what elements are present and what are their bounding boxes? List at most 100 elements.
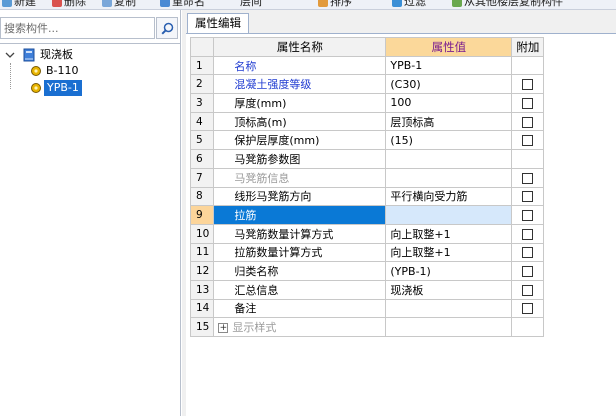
property-row[interactable]: 12 归类名称 (YPB-1) bbox=[189, 261, 545, 281]
property-value-cell[interactable]: 向上取整+1 bbox=[385, 223, 513, 244]
property-value-cell[interactable] bbox=[385, 205, 513, 225]
extra-cell bbox=[511, 279, 545, 300]
property-name: 拉筋数量计算方式 bbox=[213, 242, 387, 263]
extra-checkbox[interactable] bbox=[522, 210, 534, 222]
property-value-cell[interactable]: (15) bbox=[385, 130, 513, 151]
property-row[interactable]: 2 混凝土强度等级 (C30) bbox=[189, 74, 545, 95]
extra-checkbox[interactable] bbox=[522, 284, 534, 296]
tree-node-ypb1[interactable]: YPB-1 bbox=[30, 80, 180, 96]
property-row[interactable]: 6 马凳筋参数图 bbox=[189, 149, 545, 169]
property-name: 拉筋 bbox=[213, 205, 387, 225]
extra-cell bbox=[511, 186, 545, 207]
property-row[interactable]: 14 备注 bbox=[189, 298, 545, 319]
extra-checkbox[interactable] bbox=[522, 247, 534, 259]
property-row[interactable]: 9 拉筋 bbox=[189, 205, 545, 225]
property-row[interactable]: 1 名称 YPB-1 bbox=[189, 55, 545, 76]
row-number: 5 bbox=[189, 130, 215, 151]
toolbar-sort-button[interactable]: 排序 bbox=[318, 0, 352, 9]
extra-cell bbox=[511, 55, 545, 76]
extra-cell bbox=[511, 205, 545, 225]
property-value-cell[interactable] bbox=[385, 317, 513, 337]
property-row[interactable]: 3 厚度(mm) 100 bbox=[189, 93, 545, 113]
property-panel: 属性编辑 属性名称 属性值 附加 1 名称 YPB-1 2 混凝土强度等级 (C30) 3 厚… bbox=[182, 10, 616, 416]
toolbar-delete-button[interactable]: 删除 bbox=[52, 0, 86, 9]
property-value-cell[interactable]: 现浇板 bbox=[385, 279, 513, 300]
property-row[interactable]: 8 线形马凳筋方向 平行横向受力筋 bbox=[189, 186, 545, 207]
property-value-cell[interactable] bbox=[385, 149, 513, 169]
property-value-cell[interactable]: 平行横向受力筋 bbox=[385, 186, 513, 207]
search-icon bbox=[160, 22, 173, 35]
tree-node-root[interactable]: 现浇板 bbox=[0, 47, 180, 63]
toolbar: 新建 删除 复制 重命名 层间 排序 过滤 从其他楼层复制构件 bbox=[0, 0, 616, 10]
property-name: 备注 bbox=[213, 298, 387, 319]
extra-checkbox[interactable] bbox=[522, 116, 534, 128]
extra-checkbox[interactable] bbox=[522, 79, 534, 91]
extra-cell bbox=[511, 130, 545, 151]
toolbar-new-button[interactable]: 新建 bbox=[2, 0, 36, 9]
gear-icon bbox=[31, 83, 41, 93]
search-button[interactable] bbox=[156, 17, 178, 39]
row-number: 2 bbox=[189, 74, 215, 95]
collapse-icon[interactable] bbox=[4, 49, 16, 61]
row-number: 1 bbox=[189, 55, 215, 76]
extra-checkbox[interactable] bbox=[522, 172, 534, 184]
extra-checkbox[interactable] bbox=[522, 266, 534, 278]
property-row[interactable]: 5 保护层厚度(mm) (15) bbox=[189, 130, 545, 151]
search-input[interactable] bbox=[1, 18, 154, 38]
extra-checkbox[interactable] bbox=[522, 135, 534, 147]
row-number: 8 bbox=[189, 186, 215, 207]
property-row[interactable]: 11 拉筋数量计算方式 向上取整+1 bbox=[189, 242, 545, 263]
property-value-cell[interactable]: 向上取整+1 bbox=[385, 242, 513, 263]
property-row[interactable]: 13 汇总信息 现浇板 bbox=[189, 279, 545, 300]
expand-icon[interactable]: + bbox=[218, 323, 229, 334]
row-number: 7 bbox=[189, 167, 215, 188]
copy-floor-icon bbox=[452, 0, 462, 7]
property-name: 厚度(mm) bbox=[213, 93, 387, 113]
property-name: 马凳筋信息 bbox=[213, 167, 387, 188]
property-value-cell[interactable]: (YPB-1) bbox=[385, 261, 513, 281]
toolbar-copy-button[interactable]: 复制 bbox=[102, 0, 136, 9]
property-value-cell[interactable]: (C30) bbox=[385, 74, 513, 95]
toolbar-filter-button[interactable]: 过滤 bbox=[392, 0, 426, 9]
row-number: 13 bbox=[189, 279, 215, 300]
property-row[interactable]: 15 + 显示样式 bbox=[189, 317, 545, 337]
tree-node-b110[interactable]: B-110 bbox=[30, 63, 180, 79]
property-value-cell[interactable] bbox=[385, 298, 513, 319]
property-value-cell[interactable]: YPB-1 bbox=[385, 55, 513, 76]
tab-property-edit[interactable]: 属性编辑 bbox=[187, 13, 249, 33]
row-number: 6 bbox=[189, 149, 215, 169]
extra-checkbox[interactable] bbox=[522, 191, 534, 203]
property-value-cell[interactable] bbox=[385, 167, 513, 188]
row-number: 4 bbox=[189, 111, 215, 132]
toolbar-floor-button[interactable]: 层间 bbox=[240, 0, 262, 9]
toolbar-rename-button[interactable]: 重命名 bbox=[160, 0, 205, 9]
tree-item-label: YPB-1 bbox=[44, 80, 82, 96]
property-row[interactable]: 7 马凳筋信息 bbox=[189, 167, 545, 188]
header-property-value: 属性值 bbox=[385, 37, 513, 57]
property-rows: 1 名称 YPB-1 2 混凝土强度等级 (C30) 3 厚度(mm) 100 4 顶标高(m) 层顶… bbox=[189, 55, 545, 337]
rename-icon bbox=[160, 0, 170, 7]
property-name: 马凳筋参数图 bbox=[213, 149, 387, 169]
extra-cell bbox=[511, 93, 545, 113]
property-name: 归类名称 bbox=[213, 261, 387, 281]
property-row[interactable]: 4 顶标高(m) 层顶标高 bbox=[189, 111, 545, 132]
property-name: 马凳筋数量计算方式 bbox=[213, 223, 387, 244]
property-row[interactable]: 10 马凳筋数量计算方式 向上取整+1 bbox=[189, 223, 545, 244]
extra-cell bbox=[511, 74, 545, 95]
property-value-cell[interactable]: 层顶标高 bbox=[385, 111, 513, 132]
extra-checkbox[interactable] bbox=[522, 228, 534, 240]
toolbar-copy-from-floor-button[interactable]: 从其他楼层复制构件 bbox=[452, 0, 563, 9]
slab-book-icon bbox=[23, 48, 35, 62]
extra-cell bbox=[511, 167, 545, 188]
extra-checkbox[interactable] bbox=[522, 303, 534, 315]
tree-item-label: B-110 bbox=[46, 64, 79, 77]
tree-root-label: 现浇板 bbox=[40, 48, 73, 61]
property-value-cell[interactable]: 100 bbox=[385, 93, 513, 113]
delete-icon bbox=[52, 0, 62, 7]
table-header-row: 属性名称 属性值 附加 bbox=[189, 37, 545, 57]
property-grid-area: 属性名称 属性值 附加 1 名称 YPB-1 2 混凝土强度等级 (C30) 3 厚度(mm)… bbox=[186, 33, 616, 416]
header-corner bbox=[189, 37, 215, 57]
extra-checkbox[interactable] bbox=[522, 97, 534, 109]
row-number: 12 bbox=[189, 261, 215, 281]
extra-cell bbox=[511, 298, 545, 319]
